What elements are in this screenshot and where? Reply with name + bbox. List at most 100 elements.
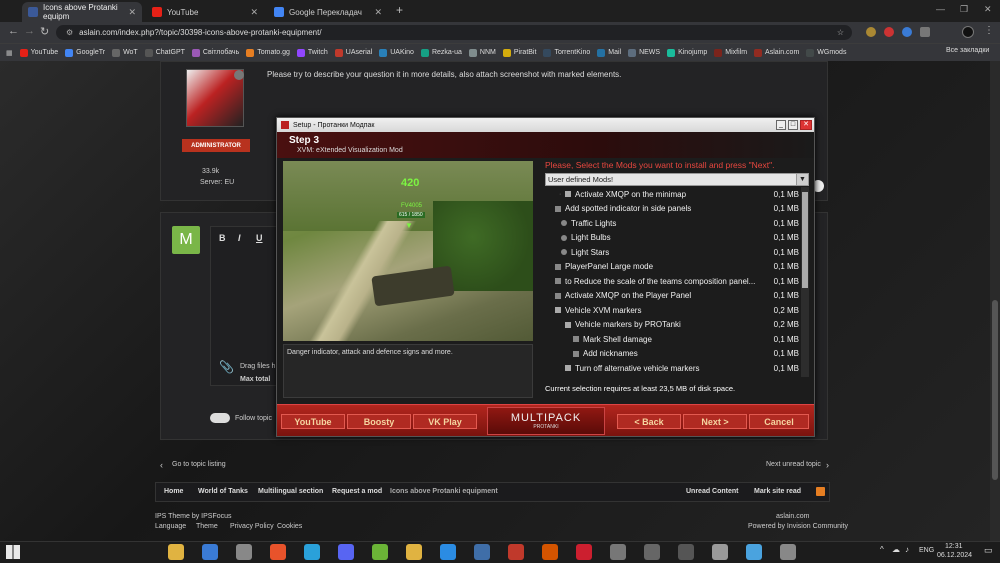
bookmark-wot[interactable]: WoT <box>112 48 138 57</box>
ccleaner-icon[interactable] <box>542 544 558 560</box>
cookies-link[interactable]: Cookies <box>277 523 302 530</box>
mod-item[interactable]: Add nicknames 0,1 MB <box>545 347 801 362</box>
follow-topic-toggle[interactable] <box>210 413 230 423</box>
language-menu[interactable]: Language <box>155 523 186 530</box>
extension-icon[interactable] <box>902 27 912 37</box>
setup-close-button[interactable]: ✕ <box>800 120 812 130</box>
bookmark-wgmods[interactable]: WGmods <box>806 48 846 57</box>
bookmark-piratbit[interactable]: PiratBit <box>502 48 536 57</box>
clock-date[interactable]: 06.12.2024 <box>937 552 972 559</box>
checkbox[interactable] <box>565 191 571 198</box>
bookmark-tomato[interactable]: Tomato.gg <box>246 48 290 57</box>
radio[interactable] <box>561 234 567 241</box>
chrome-icon[interactable] <box>406 544 422 560</box>
breadcrumb-wot[interactable]: World of Tanks <box>198 488 248 495</box>
bookmark-torrentkino[interactable]: TorrentKino <box>543 48 590 57</box>
privacy-policy-link[interactable]: Privacy Policy <box>230 523 274 530</box>
radio[interactable] <box>561 220 567 227</box>
tab-youtube[interactable]: YouTube ✕ <box>146 2 264 22</box>
new-tab-button[interactable]: + <box>396 3 403 17</box>
checkbox[interactable] <box>565 321 571 328</box>
windows-start-icon[interactable] <box>6 545 20 559</box>
discord-icon[interactable] <box>338 544 354 560</box>
plane-icon[interactable] <box>610 544 626 560</box>
breadcrumb-home[interactable]: Home <box>164 488 183 495</box>
mod-item[interactable]: Light Stars 0,1 MB <box>545 245 801 260</box>
mark-site-read-link[interactable]: Mark site read <box>754 488 801 495</box>
theme-menu[interactable]: Theme <box>196 523 218 530</box>
window-app-icon[interactable] <box>746 544 762 560</box>
close-tab-icon[interactable]: ✕ <box>128 7 136 18</box>
notifications-icon[interactable]: ▭ <box>984 545 993 556</box>
site-info-icon[interactable]: ⚙ <box>66 28 73 37</box>
close-tab-icon[interactable]: ✕ <box>250 7 258 18</box>
settings-icon[interactable] <box>712 544 728 560</box>
bookmark-chatgpt[interactable]: ChatGPT <box>144 48 185 57</box>
extension-icon[interactable] <box>884 27 894 37</box>
mod-item[interactable]: Traffic Lights 0,1 MB <box>545 216 801 231</box>
checkbox[interactable] <box>555 292 561 299</box>
dts-icon[interactable] <box>270 544 286 560</box>
rss-icon[interactable] <box>816 487 825 496</box>
maximize-window-icon[interactable]: ❐ <box>960 4 968 15</box>
go-to-topic-listing-link[interactable]: Go to topic listing <box>172 461 226 468</box>
language-indicator[interactable]: ENG <box>919 547 934 554</box>
minimize-window-icon[interactable]: — <box>936 4 945 14</box>
clock-time[interactable]: 12:31 <box>945 543 963 550</box>
menu-kebab-icon[interactable]: ⋮ <box>984 25 994 36</box>
cloud-icon[interactable]: ☁ <box>892 545 900 554</box>
equalizer-icon[interactable] <box>474 544 490 560</box>
telegram-icon[interactable] <box>304 544 320 560</box>
close-tab-icon[interactable]: ✕ <box>374 7 382 18</box>
forward-arrow-icon[interactable]: → <box>24 25 35 37</box>
mod-list-scrollbar-thumb[interactable] <box>802 192 808 288</box>
mod-item[interactable]: PlayerPanel Large mode 0,1 MB <box>545 260 801 275</box>
italic-button[interactable]: I <box>238 233 241 243</box>
store-icon[interactable] <box>202 544 218 560</box>
mod-item[interactable]: Turn off alternative vehicle markers 0,1 … <box>545 361 801 376</box>
bookmark-mail[interactable]: Mail <box>597 48 621 57</box>
mod-item[interactable]: to Reduce the scale of the teams composi… <box>545 274 801 289</box>
back-button[interactable]: < Back <box>617 414 681 429</box>
bookmark-googletr[interactable]: GoogleTr <box>65 48 105 57</box>
mod-item[interactable]: Add spotted indicator in side panels 0,1 … <box>545 202 801 217</box>
bookmark-nnm[interactable]: NNM <box>468 48 496 57</box>
bookmark-star-icon[interactable]: ☆ <box>837 28 844 37</box>
all-bookmarks-folder[interactable]: Все закладки <box>946 47 989 54</box>
mod-item[interactable]: Activate XMQP on the Player Panel 0,1 MB <box>545 289 801 304</box>
mod-item[interactable]: Mark Shell damage 0,1 MB <box>545 332 801 347</box>
bookmark-svitlo[interactable]: Світлобачь <box>191 48 239 57</box>
mod-preset-dropdown[interactable]: User defined Mods! ▼ <box>545 173 809 186</box>
mod-item[interactable]: · Activate XMQP on the minimap 0,1 MB <box>545 187 801 202</box>
bookmark-mixfilm[interactable]: Mixfilm <box>714 48 747 57</box>
opera-icon[interactable] <box>576 544 592 560</box>
mod-item[interactable]: Vehicle XVM markers 0,2 MB <box>545 303 801 318</box>
bookmark-rezka[interactable]: Rezka-ua <box>420 48 462 57</box>
wot2-icon[interactable] <box>678 544 694 560</box>
checkbox[interactable] <box>555 263 561 270</box>
bookmark-youtube[interactable]: YouTube <box>19 48 58 57</box>
profile-avatar[interactable] <box>962 26 974 38</box>
radio[interactable] <box>561 249 567 256</box>
boosty-button[interactable]: Boosty <box>347 414 411 429</box>
volume-icon[interactable]: ♪ <box>905 545 909 554</box>
app64-icon[interactable] <box>508 544 524 560</box>
setup-maximize-button[interactable]: □ <box>788 120 798 130</box>
bookmark-twitch[interactable]: Twitch <box>296 48 328 57</box>
wot-icon[interactable] <box>644 544 660 560</box>
setup-minimize-button[interactable]: _ <box>776 120 786 130</box>
checkbox[interactable] <box>573 336 579 343</box>
mod-item[interactable]: Vehicle markers by PROTanki 0,2 MB <box>545 318 801 333</box>
bookmark-uaserial[interactable]: UAserial <box>334 48 372 57</box>
next-button[interactable]: Next > <box>683 414 747 429</box>
vkplay-button[interactable]: VK Play <box>413 414 477 429</box>
checkbox[interactable] <box>555 307 561 314</box>
checkbox[interactable] <box>555 205 561 212</box>
extension-icon[interactable] <box>866 27 876 37</box>
bookmark-kinojump[interactable]: Kinojump <box>667 48 707 57</box>
apps-grid-icon[interactable]: ▦ <box>6 49 13 57</box>
tab-google-translate[interactable]: Google Перекладач ✕ <box>268 2 388 22</box>
bookmark-news[interactable]: NEWS <box>628 48 660 57</box>
checkbox[interactable] <box>573 350 579 357</box>
page-scrollbar-thumb[interactable] <box>992 300 998 480</box>
